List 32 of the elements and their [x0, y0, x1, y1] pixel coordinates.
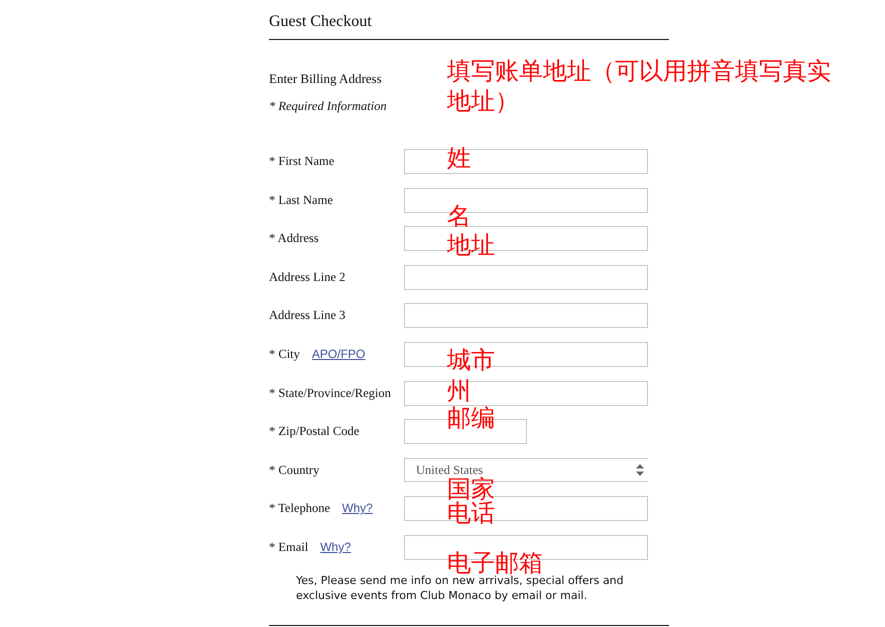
field-label: * Telephone — [269, 501, 330, 516]
annotation-text: 填写账单地址（可以用拼音填写真实地址） — [447, 56, 832, 116]
field-label: Address Line 3 — [269, 308, 346, 324]
field-label: Address Line 2 — [269, 270, 346, 285]
field-label: * Address — [269, 231, 319, 246]
annotation-text: 姓 — [447, 146, 471, 170]
newsletter-text: Yes, Please send me info on new arrivals, special offers and exclusive events from Club Monaco by email or mail. — [296, 574, 625, 603]
field-label: * Country — [269, 462, 320, 478]
text-field[interactable] — [404, 149, 648, 174]
help-link[interactable]: Why? — [320, 540, 351, 554]
annotation-text: 城市 — [447, 348, 495, 372]
field-label: * Email — [269, 540, 308, 555]
annotation-text: 州 — [447, 379, 471, 404]
annotation-text: 电话 — [447, 500, 495, 525]
page-title: Guest Checkout — [269, 12, 372, 32]
field-label: * City — [269, 346, 300, 362]
annotation-text: 名 — [447, 204, 471, 228]
field-label: * Zip/Postal Code — [269, 424, 360, 440]
text-field[interactable] — [404, 303, 648, 328]
help-link[interactable]: Why? — [342, 501, 373, 516]
annotation-text: 电子邮箱 — [447, 550, 543, 575]
text-field[interactable] — [404, 380, 648, 406]
field-label: * State/Province/Region — [269, 386, 391, 401]
section-heading: Enter Billing Address — [269, 70, 382, 88]
annotation-text: 地址 — [447, 232, 495, 257]
field-label: * First Name — [269, 154, 334, 169]
up-down-arrows-icon — [636, 464, 644, 476]
field-label: * Last Name — [269, 192, 333, 208]
annotation-text: 邮编 — [447, 406, 495, 430]
text-field[interactable] — [404, 264, 648, 290]
required-note: * Required Information — [269, 98, 387, 115]
help-link[interactable]: APO/FPO — [312, 346, 366, 361]
